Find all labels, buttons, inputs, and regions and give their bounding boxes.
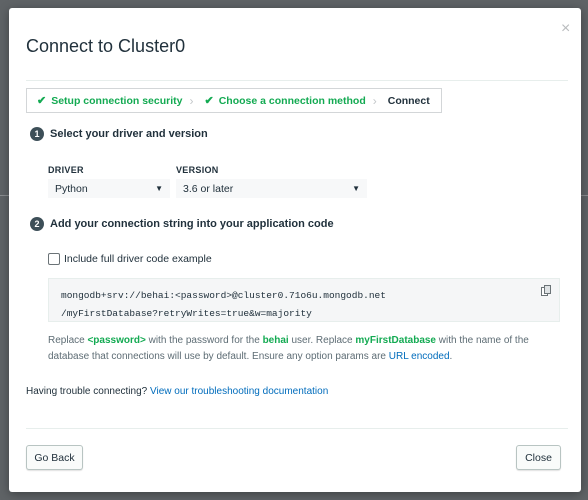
wizard-step-label: Setup connection security [51,94,183,107]
section-title: Add your connection string into your app… [50,218,334,230]
troubleshooting-link[interactable]: View our troubleshooting documentation [150,386,328,397]
check-icon: ✔ [204,95,214,107]
go-back-button[interactable]: Go Back [26,445,83,470]
driver-select[interactable]: Python ▼ [48,179,170,198]
caret-down-icon: ▼ [155,184,163,193]
backdrop-divider [581,195,588,196]
driver-label: DRIVER [48,165,84,175]
help-text: . [449,351,453,362]
close-button[interactable]: Close [516,445,561,470]
wizard-step-connect[interactable]: Connect [378,89,441,112]
wizard-steps: ✔ Setup connection security › ✔ Choose a… [26,88,442,113]
troubleshooting-line: Having trouble connecting? View our trou… [26,386,328,397]
include-full-code-checkbox[interactable] [48,253,60,265]
footer-divider [26,428,568,429]
wizard-step-label: Choose a connection method [218,94,366,107]
copy-icon[interactable] [541,285,552,297]
username-highlight: behai [262,335,289,346]
version-select[interactable]: 3.6 or later ▼ [176,179,367,198]
version-select-value: 3.6 or later [183,182,234,195]
password-placeholder: <password> [87,335,146,346]
connect-dialog: × Connect to Cluster0 ✔ Setup connection… [9,8,581,492]
help-text: user. Replace [288,335,356,346]
trouble-text: Having trouble connecting? [26,386,150,397]
close-icon[interactable]: × [561,21,570,37]
caret-down-icon: ▼ [352,184,360,193]
help-text: with the password for the [145,335,263,346]
url-encoded-link[interactable]: URL encoded [389,351,450,362]
section-select-driver: 1 Select your driver and version [30,127,208,141]
replace-instructions: Replace <password> with the password for… [48,333,548,365]
wizard-step-connection-method[interactable]: ✔ Choose a connection method [195,89,372,112]
wizard-step-setup-security[interactable]: ✔ Setup connection security [27,89,189,112]
wizard-step-label: Connect [387,94,430,107]
section-connection-string: 2 Add your connection string into your a… [30,217,334,231]
title-divider [26,80,568,81]
section-title: Select your driver and version [50,128,208,140]
database-highlight: myFirstDatabase [355,335,436,346]
step-number-badge: 1 [30,127,44,141]
include-full-code-label[interactable]: Include full driver code example [64,253,212,265]
step-number-badge: 2 [30,217,44,231]
connection-string-line: /myFirstDatabase?retryWrites=true&w=majo… [61,308,312,319]
help-text: Replace [48,335,88,346]
backdrop-divider [0,195,9,196]
check-icon: ✔ [37,95,47,107]
version-label: VERSION [176,165,219,175]
driver-select-value: Python [55,182,88,195]
include-full-code-option: Include full driver code example [48,253,212,265]
dialog-title: Connect to Cluster0 [26,36,186,56]
connection-string-box[interactable]: mongodb+srv://behai:<password>@cluster0.… [48,278,560,322]
connection-string-line: mongodb+srv://behai:<password>@cluster0.… [61,290,386,301]
